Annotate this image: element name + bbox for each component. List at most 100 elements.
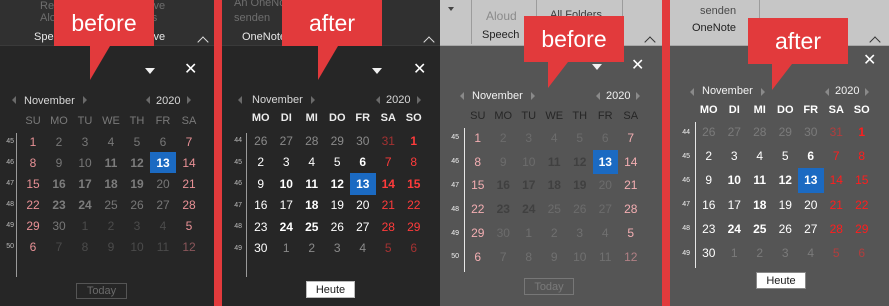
day-cell[interactable]: 4: [299, 152, 325, 174]
day-cell[interactable]: 9: [542, 245, 568, 269]
selected-day-cell[interactable]: 13: [592, 149, 618, 174]
ribbon-button-label[interactable]: senden: [700, 5, 736, 17]
day-cell[interactable]: 4: [747, 144, 773, 168]
close-icon[interactable]: ✕: [184, 62, 197, 78]
day-cell[interactable]: 20: [593, 174, 619, 198]
day-cell[interactable]: 8: [20, 152, 46, 173]
day-cell[interactable]: 3: [325, 238, 351, 260]
day-cell[interactable]: 19: [325, 195, 351, 217]
prev-month-icon[interactable]: [238, 96, 242, 104]
day-cell[interactable]: 30: [696, 241, 722, 265]
day-cell[interactable]: 27: [274, 130, 300, 152]
day-cell[interactable]: 22: [401, 195, 427, 217]
prev-month-icon[interactable]: [12, 96, 16, 104]
day-cell[interactable]: 7: [376, 152, 402, 174]
day-cell[interactable]: 21: [618, 174, 644, 198]
day-cell[interactable]: 12: [325, 173, 351, 195]
prev-year-icon[interactable]: [596, 92, 600, 100]
today-button[interactable]: Heute: [756, 272, 806, 289]
ribbon-button-label[interactable]: Re: [40, 0, 54, 12]
close-icon[interactable]: ✕: [631, 58, 644, 74]
day-cell[interactable]: 1: [722, 241, 748, 265]
ribbon-button-label[interactable]: An OneNo: [234, 0, 285, 9]
day-cell[interactable]: 2: [98, 215, 124, 236]
day-cell[interactable]: 26: [325, 216, 351, 238]
day-cell[interactable]: 3: [516, 126, 542, 150]
day-cell[interactable]: 22: [465, 197, 491, 221]
day-cell[interactable]: 12: [567, 150, 593, 174]
day-cell[interactable]: 27: [722, 120, 748, 144]
day-cell[interactable]: 21: [176, 173, 202, 194]
day-cell[interactable]: 6: [150, 131, 176, 152]
day-cell[interactable]: 10: [567, 245, 593, 269]
day-cell[interactable]: 5: [567, 126, 593, 150]
day-cell[interactable]: 25: [542, 197, 568, 221]
day-cell[interactable]: 18: [747, 193, 773, 217]
next-month-icon[interactable]: [83, 96, 87, 104]
day-cell[interactable]: 1: [516, 221, 542, 245]
day-cell[interactable]: 29: [465, 221, 491, 245]
day-cell[interactable]: 22: [20, 194, 46, 215]
day-cell[interactable]: 23: [248, 216, 274, 238]
day-cell[interactable]: 11: [747, 168, 773, 192]
close-icon[interactable]: ✕: [863, 53, 876, 69]
day-cell[interactable]: 5: [773, 144, 799, 168]
collapse-ribbon-icon[interactable]: [197, 36, 209, 48]
day-cell[interactable]: 3: [773, 241, 799, 265]
day-cell[interactable]: 6: [849, 241, 875, 265]
day-cell[interactable]: 17: [516, 174, 542, 198]
day-cell[interactable]: 14: [176, 152, 202, 173]
day-cell[interactable]: 26: [567, 197, 593, 221]
day-cell[interactable]: 18: [299, 195, 325, 217]
day-cell[interactable]: 28: [618, 197, 644, 221]
day-cell[interactable]: 3: [722, 144, 748, 168]
prev-year-icon[interactable]: [376, 96, 380, 104]
close-icon[interactable]: ✕: [413, 62, 426, 78]
day-cell[interactable]: 7: [46, 236, 72, 257]
day-cell[interactable]: 10: [72, 152, 98, 173]
day-cell[interactable]: 20: [350, 195, 376, 217]
day-cell[interactable]: 4: [150, 215, 176, 236]
day-cell[interactable]: 9: [491, 150, 517, 174]
day-cell[interactable]: 2: [248, 152, 274, 174]
day-cell[interactable]: 5: [176, 215, 202, 236]
day-cell[interactable]: 15: [849, 168, 875, 192]
day-cell[interactable]: 2: [542, 221, 568, 245]
day-cell[interactable]: 5: [618, 221, 644, 245]
day-cell[interactable]: 2: [299, 238, 325, 260]
day-cell[interactable]: 24: [72, 194, 98, 215]
day-cell[interactable]: 6: [465, 245, 491, 269]
day-cell[interactable]: 20: [150, 173, 176, 194]
selected-day-cell[interactable]: 13: [350, 173, 376, 195]
day-cell[interactable]: 17: [722, 193, 748, 217]
today-button[interactable]: Today: [76, 283, 127, 299]
collapse-ribbon-icon[interactable]: [869, 36, 881, 48]
day-cell[interactable]: 21: [376, 195, 402, 217]
day-cell[interactable]: 7: [491, 245, 517, 269]
day-cell[interactable]: 29: [325, 130, 351, 152]
day-cell[interactable]: 1: [465, 126, 491, 150]
day-cell[interactable]: 24: [274, 216, 300, 238]
day-cell[interactable]: 1: [401, 130, 427, 152]
day-cell[interactable]: 1: [72, 215, 98, 236]
day-cell[interactable]: 24: [516, 197, 542, 221]
day-cell[interactable]: 26: [696, 120, 722, 144]
prev-month-icon[interactable]: [690, 88, 694, 96]
day-cell[interactable]: 10: [516, 150, 542, 174]
day-cell[interactable]: 19: [773, 193, 799, 217]
day-cell[interactable]: 2: [747, 241, 773, 265]
day-cell[interactable]: 5: [376, 238, 402, 260]
today-button[interactable]: Today: [524, 278, 574, 295]
day-cell[interactable]: 17: [72, 173, 98, 194]
day-cell[interactable]: 11: [299, 173, 325, 195]
prev-year-icon[interactable]: [825, 88, 829, 96]
next-month-icon[interactable]: [311, 96, 315, 104]
day-cell[interactable]: 9: [248, 173, 274, 195]
ribbon-dropdown-icon[interactable]: [448, 7, 454, 11]
day-cell[interactable]: 8: [516, 245, 542, 269]
day-cell[interactable]: 28: [824, 217, 850, 241]
day-cell[interactable]: 23: [491, 197, 517, 221]
day-cell[interactable]: 17: [274, 195, 300, 217]
day-cell[interactable]: 14: [618, 150, 644, 174]
day-cell[interactable]: 8: [401, 152, 427, 174]
